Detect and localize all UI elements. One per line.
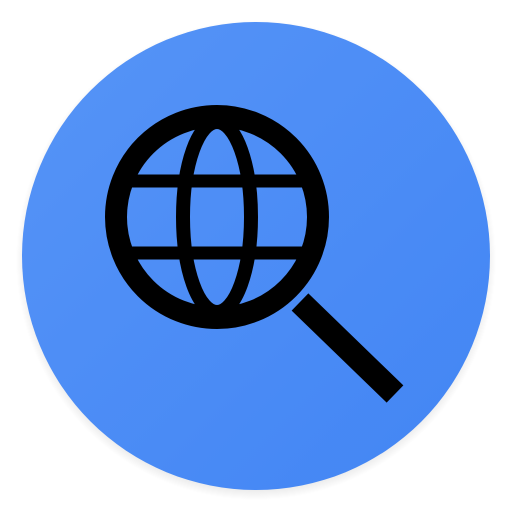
app-icon-canvas <box>0 0 512 512</box>
globe-search-icon[interactable] <box>0 0 512 512</box>
